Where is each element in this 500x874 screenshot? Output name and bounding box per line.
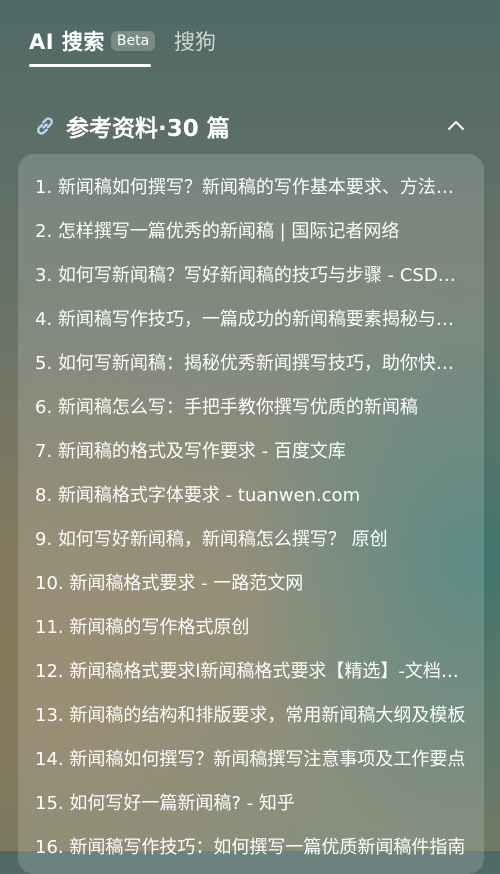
references-list: 1. 新闻稿如何撰写？新闻稿的写作基本要求、方法和技巧 2. 怎样撰写一篇优秀的… <box>18 154 484 870</box>
reference-item[interactable]: 11. 新闻稿的写作格式原创 <box>18 606 484 650</box>
reference-item[interactable]: 7. 新闻稿的格式及写作要求 - 百度文库 <box>18 430 484 474</box>
references-title: 参考资料·30 篇 <box>66 116 230 142</box>
reference-item[interactable]: 2. 怎样撰写一篇优秀的新闻稿 | 国际记者网络 <box>18 210 484 254</box>
reference-item[interactable]: 8. 新闻稿格式字体要求 - tuanwen.com <box>18 474 484 518</box>
tab-ai-search[interactable]: AI 搜索 Beta <box>29 26 156 56</box>
reference-item[interactable]: 14. 新闻稿如何撰写？新闻稿撰写注意事项及工作要点 <box>18 738 484 782</box>
tab-ai-search-label: AI 搜索 <box>29 30 105 54</box>
search-tabs: AI 搜索 Beta 搜狗 <box>0 0 500 80</box>
reference-item[interactable]: 12. 新闻稿格式要求l新闻稿格式要求【精选】-文档下载 <box>18 650 484 694</box>
reference-item[interactable]: 10. 新闻稿格式要求 - 一路范文网 <box>18 562 484 606</box>
reference-item[interactable]: 1. 新闻稿如何撰写？新闻稿的写作基本要求、方法和技巧 <box>18 166 484 210</box>
reference-item[interactable]: 6. 新闻稿怎么写：手把手教你撰写优质的新闻稿 <box>18 386 484 430</box>
references-card: 1. 新闻稿如何撰写？新闻稿的写作基本要求、方法和技巧 2. 怎样撰写一篇优秀的… <box>18 154 484 874</box>
reference-item[interactable]: 13. 新闻稿的结构和排版要求，常用新闻稿大纲及模板 <box>18 694 484 738</box>
references-header: 参考资料·30 篇 <box>32 106 472 146</box>
reference-item[interactable]: 16. 新闻稿写作技巧：如何撰写一篇优质新闻稿件指南 <box>18 826 484 870</box>
reference-item[interactable]: 4. 新闻稿写作技巧，一篇成功的新闻稿要素揭秘与分享 <box>18 298 484 342</box>
beta-badge: Beta <box>110 31 156 51</box>
chevron-up-icon <box>448 121 464 130</box>
tab-sogou[interactable]: 搜狗 <box>174 26 216 56</box>
reference-item[interactable]: 9. 如何写好新闻稿，新闻稿怎么撰写？ 原创 <box>18 518 484 562</box>
tab-sogou-label: 搜狗 <box>174 30 216 54</box>
collapse-button[interactable] <box>440 110 472 142</box>
reference-item[interactable]: 3. 如何写新闻稿？写好新闻稿的技巧与步骤 - CSDN博客 <box>18 254 484 298</box>
link-icon <box>32 113 58 139</box>
reference-item[interactable]: 5. 如何写新闻稿：揭秘优秀新闻撰写技巧，助你快速上手 <box>18 342 484 386</box>
active-tab-indicator <box>29 64 151 67</box>
reference-item[interactable]: 15. 如何写好一篇新闻稿? - 知乎 <box>18 782 484 826</box>
